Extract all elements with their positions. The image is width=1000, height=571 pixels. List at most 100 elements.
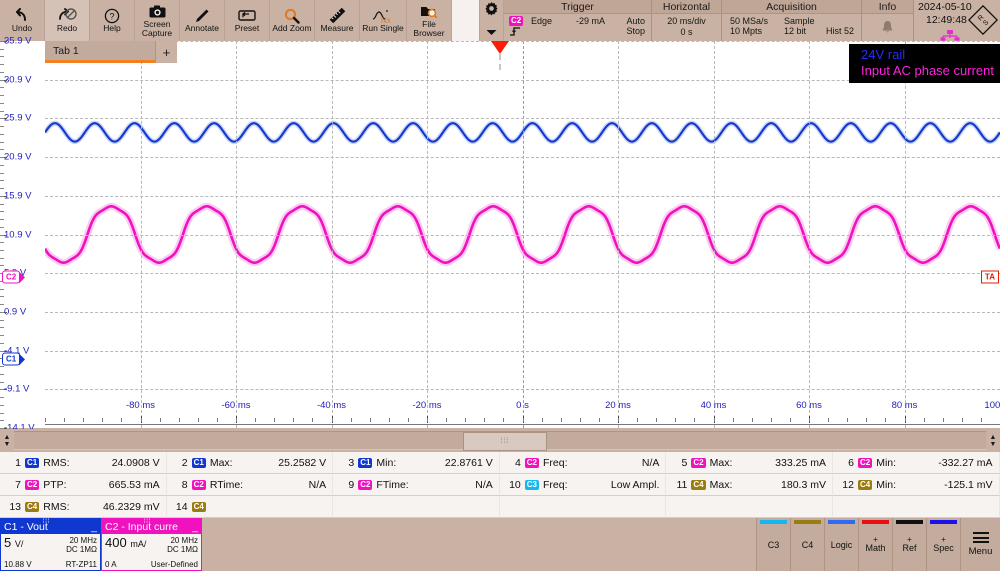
- measurement-cell-8[interactable]: 8 C2 RTime: N/A: [166, 474, 334, 496]
- trigger-level-marker[interactable]: TA: [980, 270, 999, 284]
- measurement-cell-empty: [832, 496, 1000, 518]
- measure-label: Measure: [320, 23, 354, 33]
- trigger-level[interactable]: -29 mA: [576, 16, 605, 26]
- bottom-button-spec[interactable]: + Spec: [926, 518, 960, 571]
- redo-button[interactable]: Redo: [45, 0, 90, 41]
- measurement-row: 13 C4 RMS: 46.2329 mV 14 C4: [0, 496, 1000, 518]
- pencil-icon: [194, 7, 210, 24]
- trigger-panel[interactable]: Trigger C2 Edge -29 mA Auto Stop: [504, 0, 652, 41]
- waveform-display[interactable]: 35.9 V30.9 V25.9 V20.9 V15.9 V10.9 V5.9 …: [0, 36, 1000, 434]
- gear-icon[interactable]: [484, 1, 499, 21]
- run-single-button[interactable]: Nx Run Single: [360, 0, 407, 41]
- x-minor-tick: [789, 418, 791, 422]
- x-minor-tick: [121, 418, 123, 422]
- trigger-type[interactable]: Edge: [531, 16, 552, 26]
- measurement-cell-9[interactable]: 9 C2 FTime: N/A: [333, 474, 500, 496]
- acquisition-points[interactable]: 10 Mpts: [730, 26, 762, 36]
- trigger-state[interactable]: Stop: [626, 26, 645, 36]
- channel-2-offset-marker[interactable]: C2: [2, 270, 26, 284]
- waveform-grid[interactable]: 24V rail Input AC phase current TA: [45, 41, 1000, 428]
- preset-button[interactable]: Preset: [225, 0, 270, 41]
- measurement-cell-12[interactable]: 12 C4 Min: -125.1 mV: [832, 474, 1000, 496]
- menu-button[interactable]: Menu: [960, 518, 1000, 571]
- y-minor-tick: [0, 172, 4, 174]
- measurement-index: 7: [15, 478, 21, 491]
- x-tick-label: 100 ms: [984, 400, 1000, 411]
- channel-2-scale[interactable]: 400 mA/: [105, 535, 146, 550]
- bottom-button-logic[interactable]: Logic: [824, 518, 858, 571]
- scroll-track[interactable]: ⁞⁞⁞: [14, 431, 986, 451]
- measurement-channel-chip: C4: [691, 479, 706, 490]
- measurement-channel-chip: C4: [857, 479, 873, 490]
- y-minor-tick: [0, 133, 4, 135]
- x-minor-tick: [770, 418, 772, 422]
- preset-icon: [238, 7, 256, 24]
- bottom-button-c4[interactable]: C4: [790, 518, 824, 571]
- scroll-right-arrows[interactable]: ▲ ▼: [986, 429, 1000, 452]
- trigger-slope-icon[interactable]: [509, 26, 522, 39]
- channel-1-minimize-icon[interactable]: _: [91, 521, 97, 533]
- measurement-cell-2[interactable]: 2 C1 Max: 25.2582 V: [166, 452, 334, 474]
- trigger-source-chip[interactable]: C2: [509, 16, 524, 26]
- measure-button[interactable]: Measure: [315, 0, 360, 41]
- file-browser-label2: Browser: [413, 27, 445, 38]
- horizontal-panel[interactable]: Horizontal 20 ms/div 0 s: [652, 0, 722, 41]
- tab-1[interactable]: Tab 1: [45, 41, 155, 63]
- measurement-cell-14[interactable]: 14 C4: [166, 496, 334, 518]
- screen-capture-button[interactable]: Screen Capture: [135, 0, 180, 41]
- acquisition-body: 50 MSa/s Sample 10 Mpts 12 bit Hist 52: [722, 14, 861, 41]
- channel-2-box[interactable]: C2 - Input curre ⁞⁞⁞ _ 400 mA/ 20 MHz DC…: [101, 518, 202, 571]
- x-minor-tick: [713, 418, 715, 422]
- measurement-cell-13[interactable]: 13 C4 RMS: 46.2329 mV: [0, 496, 167, 518]
- measurement-cell-6[interactable]: 6 C2 Min: -332.27 mA: [832, 452, 1000, 474]
- channel-2-header[interactable]: C2 - Input curre ⁞⁞⁞ _: [102, 519, 201, 534]
- scroll-thumb[interactable]: ⁞⁞⁞: [463, 432, 547, 451]
- trigger-mode[interactable]: Auto: [626, 16, 645, 26]
- button-color-bar: [862, 520, 889, 524]
- acquisition-history[interactable]: Hist 52: [826, 26, 854, 36]
- channel-1-box[interactable]: C1 - Vout ⁞⁞⁞ _ 5 V/ 20 MHz DC 1MΩ RT-ZP…: [0, 518, 101, 571]
- measurement-cell-empty: [499, 496, 667, 518]
- horizontal-scrollbar[interactable]: ▲ ▼ ⁞⁞⁞ ▲ ▼: [0, 429, 1000, 452]
- measurement-cell-11[interactable]: 11 C4 Max: 180.3 mV: [666, 474, 833, 496]
- x-minor-tick: [446, 418, 448, 422]
- measurement-cell-4[interactable]: 4 C2 Freq: N/A: [499, 452, 667, 474]
- y-minor-tick: [0, 389, 4, 391]
- annotate-button[interactable]: Annotate: [180, 0, 225, 41]
- horizontal-position[interactable]: 0 s: [652, 27, 721, 37]
- measurement-cell-1[interactable]: 1 C1 RMS: 24.0908 V: [0, 452, 167, 474]
- folder-search-icon: [420, 3, 438, 20]
- bell-icon[interactable]: [881, 20, 894, 36]
- bottom-button-math[interactable]: + Math: [858, 518, 892, 571]
- channel-1-offset-marker[interactable]: C1: [2, 352, 26, 366]
- measurement-table[interactable]: 1 C1 RMS: 24.0908 V 2 C1 Max: 25.2582 V 3 C1 Min: 2…: [0, 452, 1000, 518]
- acquisition-mode[interactable]: Sample: [784, 16, 815, 26]
- measurement-cell-3[interactable]: 3 C1 Min: 22.8761 V: [333, 452, 500, 474]
- info-panel[interactable]: Info: [862, 0, 914, 41]
- settings-gear-cell[interactable]: [480, 0, 504, 41]
- measurement-cell-5[interactable]: 5 C2 Max: 333.25 mA: [666, 452, 833, 474]
- acquisition-panel[interactable]: Acquisition 50 MSa/s Sample 10 Mpts 12 b…: [722, 0, 862, 41]
- bottom-button-ref[interactable]: + Ref: [892, 518, 926, 571]
- channel-1-scale[interactable]: 5 V/: [4, 535, 23, 550]
- add-zoom-button[interactable]: Add Zoom: [270, 0, 315, 41]
- channel-1-header[interactable]: C1 - Vout ⁞⁞⁞ _: [1, 519, 100, 534]
- acquisition-rate[interactable]: 50 MSa/s: [730, 16, 768, 26]
- bottom-button-c3[interactable]: C3: [756, 518, 790, 571]
- measurement-cell-7[interactable]: 7 C2 PTP: 665.53 mA: [0, 474, 167, 496]
- channel-2-offset: 0 A: [105, 560, 117, 569]
- channel-1-grip: ⁞⁞⁞: [42, 519, 51, 525]
- help-button[interactable]: ? Help: [90, 0, 135, 41]
- measurement-cell-10[interactable]: 10 C3 Freq: Low Ampl.: [499, 474, 667, 496]
- horizontal-scale[interactable]: 20 ms/div: [652, 16, 721, 26]
- scroll-left-arrows[interactable]: ▲ ▼: [0, 429, 14, 452]
- y-minor-tick: [0, 56, 4, 58]
- x-minor-tick: [331, 418, 333, 422]
- trigger-position-marker[interactable]: [491, 41, 509, 54]
- annotation-box[interactable]: 24V rail Input AC phase current: [849, 44, 1000, 83]
- file-browser-button[interactable]: File Browser: [407, 0, 452, 41]
- chevron-down-icon[interactable]: [486, 23, 497, 41]
- channel-2-minimize-icon[interactable]: _: [192, 521, 198, 533]
- add-tab-button[interactable]: +: [155, 41, 177, 63]
- acquisition-resolution[interactable]: 12 bit: [784, 26, 806, 36]
